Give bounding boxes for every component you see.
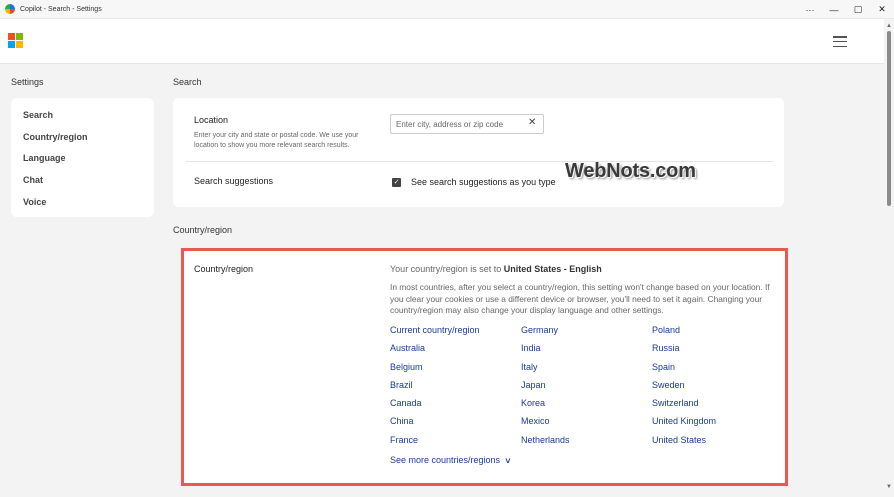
search-suggestions-checkbox[interactable]: ✓ — [392, 178, 401, 187]
country-link-italy[interactable]: Italy — [521, 361, 652, 379]
country-link-france[interactable]: France — [390, 434, 521, 452]
see-more-countries-link[interactable]: See more countries/regions ∨ — [390, 455, 512, 465]
nav-item-chat[interactable]: Chat — [11, 173, 154, 195]
country-link-brazil[interactable]: Brazil — [390, 379, 521, 397]
country-link-germany[interactable]: Germany — [521, 324, 652, 342]
country-status: Your country/region is set to United Sta… — [390, 264, 602, 274]
country-link-current[interactable]: Current country/region — [390, 324, 521, 342]
country-link-japan[interactable]: Japan — [521, 379, 652, 397]
location-description: Enter your city and state or postal code… — [194, 132, 359, 149]
country-list: Current country/region Germany Poland Au… — [390, 324, 783, 452]
country-region-card: Country/region Your country/region is se… — [181, 248, 788, 486]
clear-location-icon[interactable]: ✕ — [528, 117, 536, 128]
vertical-scrollbar[interactable]: ▲ ▼ — [884, 19, 894, 497]
country-link-belgium[interactable]: Belgium — [390, 361, 521, 379]
country-section-heading: Country/region — [173, 225, 233, 235]
search-section-heading: Search — [173, 77, 202, 87]
scroll-down-icon[interactable]: ▼ — [886, 484, 892, 490]
window-title: Copilot - Search - Settings — [20, 5, 102, 13]
country-link-mexico[interactable]: Mexico — [521, 415, 652, 433]
country-link-poland[interactable]: Poland — [652, 324, 783, 342]
nav-item-language[interactable]: Language — [11, 151, 154, 173]
title-bar: Copilot - Search - Settings ··· — ▢ ✕ — [0, 0, 894, 19]
chevron-down-icon: ∨ — [504, 455, 512, 465]
country-description: In most countries, after you select a co… — [390, 282, 770, 315]
settings-nav: Search Country/region Language Chat Voic… — [11, 98, 154, 217]
country-link-russia[interactable]: Russia — [652, 342, 783, 360]
country-link-india[interactable]: India — [521, 342, 652, 360]
app-header — [0, 19, 884, 64]
location-title: Location — [194, 115, 229, 125]
country-link-switzerland[interactable]: Switzerland — [652, 397, 783, 415]
copilot-app-icon — [5, 4, 15, 14]
window-controls: ··· — ▢ ✕ — [798, 0, 894, 19]
country-link-netherlands[interactable]: Netherlands — [521, 434, 652, 452]
search-settings-card: Location Enter your city and state or po… — [173, 98, 784, 207]
country-link-united-kingdom[interactable]: United Kingdom — [652, 415, 783, 433]
hamburger-menu-icon[interactable] — [833, 36, 847, 47]
maximize-button[interactable]: ▢ — [846, 0, 870, 19]
see-more-label: See more countries/regions — [390, 455, 501, 465]
country-status-value: United States - English — [503, 264, 602, 274]
nav-item-country-region[interactable]: Country/region — [11, 130, 154, 152]
country-link-korea[interactable]: Korea — [521, 397, 652, 415]
country-link-spain[interactable]: Spain — [652, 361, 783, 379]
webnots-watermark: WebNots.com — [565, 160, 696, 182]
microsoft-logo-icon[interactable] — [8, 33, 24, 49]
country-region-title: Country/region — [194, 264, 254, 274]
country-link-canada[interactable]: Canada — [390, 397, 521, 415]
nav-item-voice[interactable]: Voice — [11, 195, 154, 217]
country-link-sweden[interactable]: Sweden — [652, 379, 783, 397]
minimize-button[interactable]: — — [822, 0, 846, 19]
settings-heading: Settings — [11, 77, 44, 87]
search-suggestions-title: Search suggestions — [194, 176, 274, 186]
search-suggestions-label[interactable]: See search suggestions as you type — [411, 177, 556, 187]
country-link-china[interactable]: China — [390, 415, 521, 433]
scrollbar-thumb[interactable] — [887, 31, 891, 206]
scroll-up-icon[interactable]: ▲ — [886, 23, 892, 29]
location-input[interactable] — [390, 114, 544, 134]
country-link-australia[interactable]: Australia — [390, 342, 521, 360]
more-options-button[interactable]: ··· — [798, 0, 822, 19]
country-link-united-states[interactable]: United States — [652, 434, 783, 452]
close-button[interactable]: ✕ — [870, 0, 894, 19]
country-status-prefix: Your country/region is set to — [390, 264, 504, 274]
nav-item-search[interactable]: Search — [11, 108, 154, 130]
